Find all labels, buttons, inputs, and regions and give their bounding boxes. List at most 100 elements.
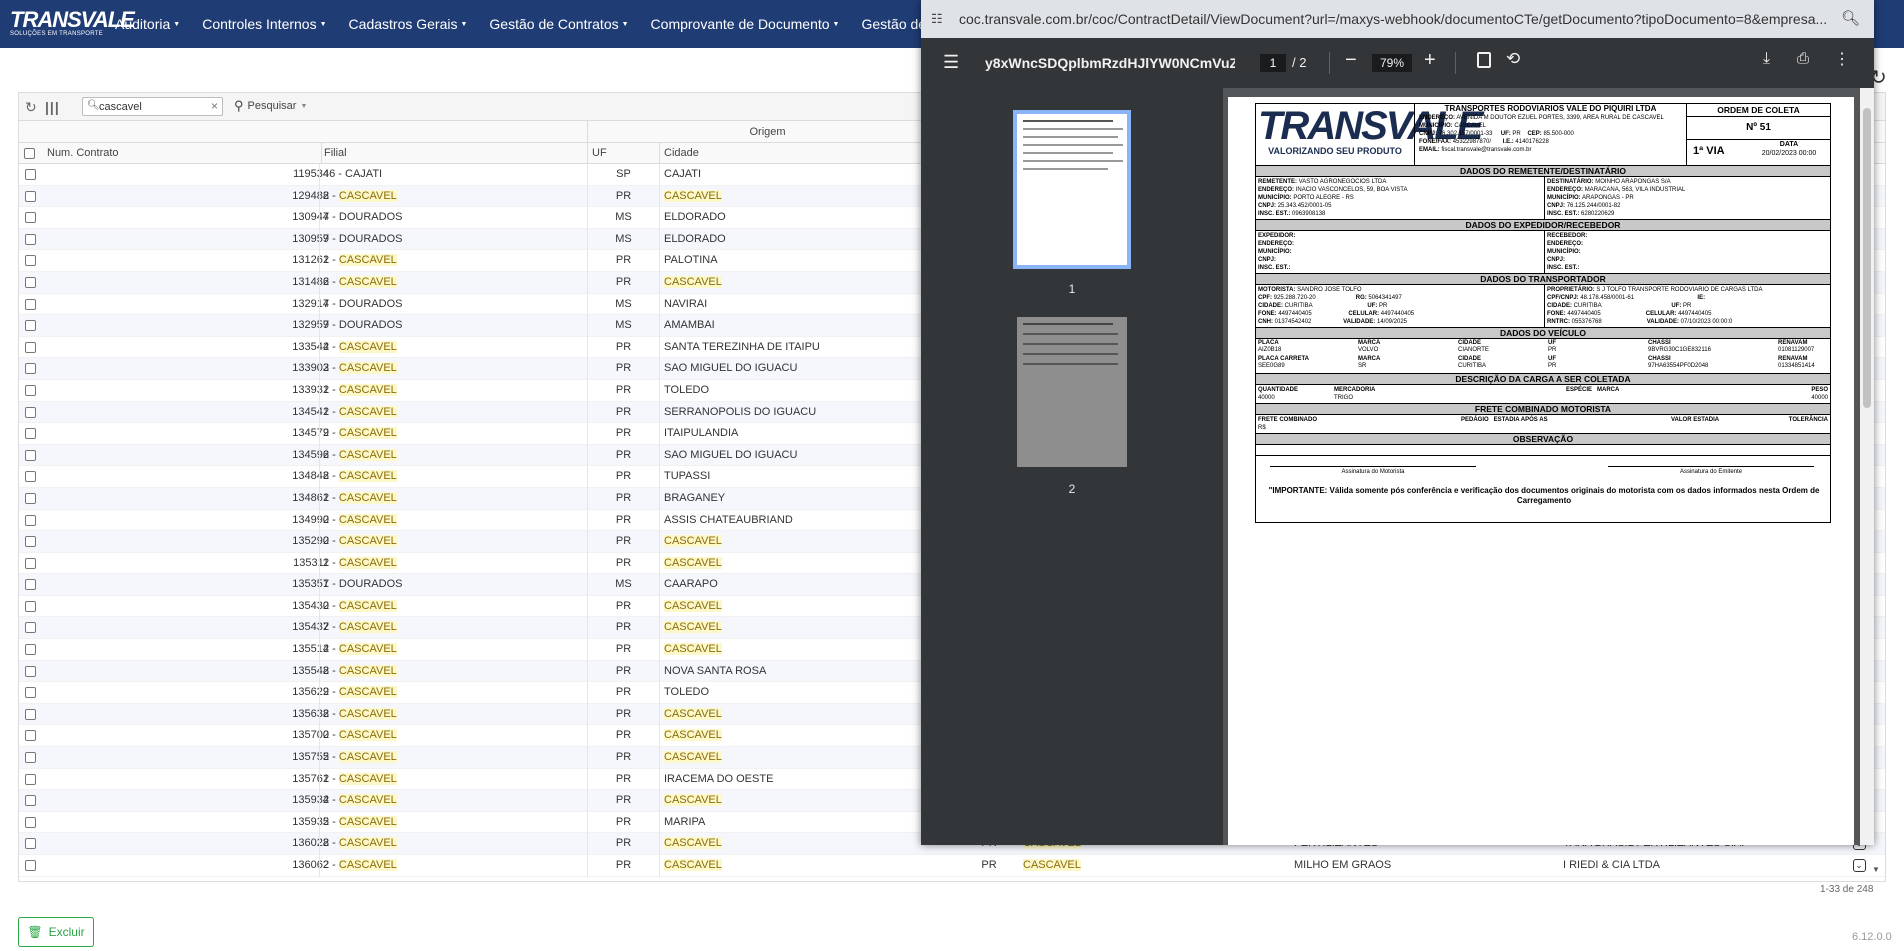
page-thumbnail-1[interactable]: [1013, 110, 1131, 269]
menu-item[interactable]: Auditoria ▼: [104, 16, 191, 32]
row-checkbox[interactable]: [25, 622, 36, 634]
cell-filial: 2 - CASCAVEL: [319, 811, 589, 834]
fit-page-icon[interactable]: [1477, 52, 1491, 68]
row-checkbox[interactable]: [25, 255, 36, 267]
pdf-scrollbar[interactable]: [1860, 88, 1874, 845]
zoom-out-icon[interactable]: −: [1345, 49, 1357, 72]
cidade-text: SAO MIGUEL DO IGUACU: [664, 362, 798, 375]
veiculo-section: DADOS DO VEÍCULO PLACA AIZ0B18 MARCA VOLVO C…: [1256, 328, 1830, 374]
page-thumbnail-2[interactable]: [1017, 317, 1127, 467]
col-cidade[interactable]: Cidade: [659, 143, 949, 164]
url-text[interactable]: coc.transvale.com.br/coc/ContractDetail/…: [959, 11, 1839, 27]
row-checkbox[interactable]: [25, 838, 36, 850]
row-checkbox[interactable]: [25, 557, 36, 570]
row-action-icon[interactable]: ⌄: [1851, 855, 1867, 877]
row-checkbox[interactable]: [25, 730, 36, 742]
row-checkbox[interactable]: [25, 428, 36, 440]
table-row[interactable]: 136062 2 - CASCAVEL PR CASCAVEL PR CASCAVEL MI…: [19, 855, 1885, 877]
cell-filial: 2 - CASCAVEL: [319, 595, 589, 618]
cell-cidade: NOVA SANTA ROSA: [659, 660, 949, 683]
cell-destino-cidade: CASCAVEL: [1023, 855, 1223, 877]
cell-num-contrato: 132914: [292, 297, 329, 310]
filial-code: 2 -: [323, 859, 339, 871]
search-input[interactable]: [99, 99, 204, 114]
row-checkbox[interactable]: [25, 860, 36, 872]
pdf-viewer: TRANSVALE VALORIZANDO SEU PRODUTO TRANSP…: [1223, 88, 1860, 845]
cell-num-contrato: 134596: [292, 448, 329, 461]
row-checkbox[interactable]: [25, 449, 36, 462]
menu-item[interactable]: Controles Internos ▼: [191, 16, 337, 32]
frete-title: FRETE COMBINADO MOTORISTA: [1256, 404, 1830, 415]
cell-cidade: SAO MIGUEL DO IGUACU: [659, 444, 949, 467]
search-button[interactable]: ⚲ Pesquisar ▼: [234, 98, 307, 114]
scroll-down-icon[interactable]: ▼: [1872, 865, 1880, 874]
row-checkbox[interactable]: [25, 665, 36, 678]
col-filial[interactable]: Filial: [321, 143, 589, 164]
transvale-logo[interactable]: TRANSVALE SOLUÇÕES EM TRANSPORTE: [10, 9, 135, 41]
remetente-section: DADOS DO REMETENTE/DESTINATÁRIO REMETENT…: [1256, 166, 1830, 220]
cell-cidade: CASCAVEL: [659, 271, 949, 294]
row-checkbox[interactable]: [25, 471, 36, 483]
page-number-input[interactable]: 1: [1260, 54, 1286, 72]
zoom-input[interactable]: 79%: [1372, 54, 1412, 72]
site-settings-icon[interactable]: ☷: [931, 11, 943, 27]
select-all-checkbox[interactable]: [24, 148, 35, 160]
row-checkbox[interactable]: [25, 644, 36, 656]
menu-icon[interactable]: ☰: [943, 52, 959, 73]
row-checkbox[interactable]: [25, 320, 36, 332]
download-icon[interactable]: ⤓: [1763, 50, 1770, 68]
filial-code: 2 -: [323, 427, 339, 440]
row-checkbox[interactable]: [25, 816, 36, 829]
filial-city: CASCAVEL: [338, 556, 397, 569]
row-checkbox[interactable]: [25, 341, 36, 354]
carga-mercadoria: TRIGO: [1334, 395, 1353, 401]
row-checkbox[interactable]: [25, 752, 36, 764]
row-checkbox[interactable]: [25, 492, 36, 505]
row-checkbox[interactable]: [25, 169, 36, 181]
menu-item[interactable]: Comprovante de Documento ▼: [640, 16, 851, 32]
cell-cidade: CASCAVEL: [659, 725, 949, 748]
row-checkbox[interactable]: [25, 795, 36, 807]
row-checkbox[interactable]: [25, 708, 36, 721]
row-checkbox[interactable]: [25, 600, 36, 613]
row-checkbox[interactable]: [25, 687, 36, 699]
row-checkbox[interactable]: [25, 233, 36, 246]
more-options-icon[interactable]: ⋮: [1834, 49, 1850, 69]
row-checkbox[interactable]: [25, 276, 36, 289]
row-checkbox[interactable]: [25, 212, 36, 224]
motorista-cnh-validity: 14/09/2025: [1376, 319, 1408, 325]
columns-icon[interactable]: |||: [45, 99, 60, 115]
menu-item-label: Cadastros Gerais: [348, 16, 458, 32]
row-checkbox[interactable]: [25, 514, 36, 527]
row-checkbox[interactable]: [25, 536, 36, 548]
col-uf[interactable]: UF: [587, 143, 659, 164]
pdf-filename: y8xWncSDQplbmRzdHJlYW0NCmVuZ...: [985, 55, 1235, 71]
cell-filial: 2 - CASCAVEL: [319, 185, 589, 208]
menu-item[interactable]: Gestão de Contratos ▼: [478, 16, 639, 32]
pdf-popup-window: ☷ coc.transvale.com.br/coc/ContractDetai…: [921, 0, 1874, 845]
cell-cidade: TOLEDO: [659, 682, 949, 704]
row-checkbox[interactable]: [25, 773, 36, 786]
menu-item[interactable]: Cadastros Gerais ▼: [338, 16, 479, 32]
cidade-text: CASCAVEL: [664, 599, 722, 612]
print-icon[interactable]: ⎙: [1797, 50, 1809, 67]
row-checkbox[interactable]: [25, 363, 36, 375]
cidade-text: TUPASSI: [664, 470, 711, 483]
row-checkbox[interactable]: [25, 406, 36, 419]
rotate-icon[interactable]: ⟲: [1506, 49, 1520, 69]
delete-button[interactable]: 🗑︎ Excluir: [18, 917, 94, 947]
col-num-contrato[interactable]: Num. Contrato: [47, 143, 119, 164]
zoom-in-icon[interactable]: +: [1424, 49, 1436, 72]
row-checkbox[interactable]: [25, 579, 36, 591]
cell-num-contrato: 129488: [292, 189, 329, 202]
data-value: 20/02/2023 00:00: [1761, 150, 1817, 157]
row-checkbox[interactable]: [25, 190, 36, 203]
cell-uf: MS: [587, 228, 659, 251]
scrollbar-thumb[interactable]: [1863, 108, 1871, 408]
row-checkbox[interactable]: [25, 298, 36, 311]
refresh-icon[interactable]: ↻: [25, 99, 37, 116]
row-checkbox[interactable]: [25, 384, 36, 397]
zoom-magnifier-icon[interactable]: 🔍︎: [1841, 9, 1860, 27]
carga-peso: 40000: [1811, 395, 1828, 401]
clear-icon[interactable]: ×: [211, 99, 218, 113]
